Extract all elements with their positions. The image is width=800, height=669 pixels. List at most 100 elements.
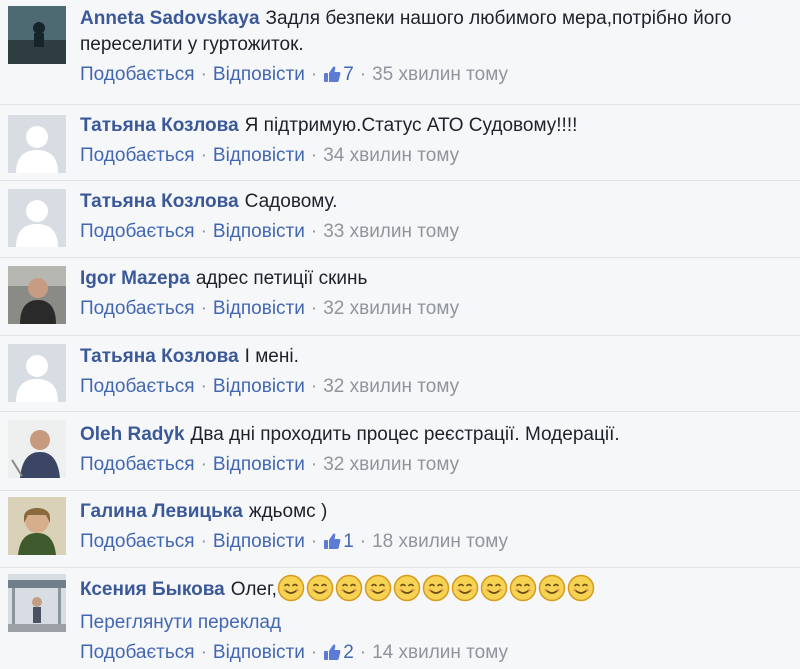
timestamp[interactable]: 33 хвилин тому: [323, 221, 459, 242]
separator-dot: ·: [200, 221, 207, 242]
smiling-face-icon: [277, 574, 305, 610]
separator-dot: ·: [200, 531, 207, 552]
like-count[interactable]: 7: [323, 64, 354, 85]
separator-dot: ·: [359, 642, 367, 663]
like-count[interactable]: 1: [323, 531, 354, 552]
smiling-face-icon: [480, 574, 508, 610]
avatar[interactable]: [8, 6, 66, 64]
comment-body: Oleh Radyk Два дні проходить процес реєст…: [80, 422, 794, 478]
see-translation-link[interactable]: Переглянути переклад: [80, 610, 794, 636]
comment-item: Anneta Sadovskaya Задля безпеки нашого лю…: [0, 0, 800, 104]
smiling-face-icon: [335, 574, 363, 610]
author-name[interactable]: Галина Левицька: [80, 501, 243, 522]
comment-item: Ксения Быкова Олег, Переглянути переклад По…: [0, 567, 800, 667]
separator-dot: ·: [359, 531, 367, 552]
comment-item: Oleh Radyk Два дні проходить процес реєст…: [0, 411, 800, 490]
author-name[interactable]: Татьяна Козлова: [80, 346, 239, 367]
like-link[interactable]: Подобається: [80, 376, 195, 397]
avatar[interactable]: [8, 420, 66, 478]
comment-text-line: Igor Mazepa адрес петиції скинь: [80, 266, 794, 292]
separator-dot: ·: [310, 531, 318, 552]
like-link[interactable]: Подобається: [80, 298, 195, 319]
reply-link[interactable]: Відповісти: [213, 376, 305, 397]
reply-link[interactable]: Відповісти: [213, 298, 305, 319]
like-count-value: 7: [343, 64, 354, 85]
like-link[interactable]: Подобається: [80, 221, 195, 242]
separator-dot: ·: [310, 145, 318, 166]
author-name[interactable]: Oleh Radyk: [80, 424, 185, 445]
smiling-face-icon: [364, 574, 392, 610]
thumbs-up-icon: [323, 65, 341, 91]
comment-body: Галина Левицька ждьомс ) Подобається · Відпо…: [80, 499, 794, 558]
separator-dot: ·: [310, 454, 318, 475]
avatar-placeholder[interactable]: [8, 115, 66, 173]
separator-dot: ·: [200, 64, 207, 85]
avatar-placeholder[interactable]: [8, 344, 66, 402]
timestamp[interactable]: 32 хвилин тому: [323, 376, 459, 397]
author-name[interactable]: Татьяна Козлова: [80, 115, 239, 136]
separator-dot: ·: [310, 64, 318, 85]
like-link[interactable]: Подобається: [80, 145, 195, 166]
reply-link[interactable]: Відповісти: [213, 64, 305, 85]
separator-dot: ·: [310, 376, 318, 397]
comment-text: І мені.: [244, 346, 299, 367]
comment-body: Татьяна Козлова І мені. Подобається · Відпов…: [80, 344, 794, 400]
avatar[interactable]: [8, 266, 66, 324]
like-link[interactable]: Подобається: [80, 64, 195, 85]
timestamp[interactable]: 14 хвилин тому: [372, 642, 508, 663]
comment-text: Два дні проходить процес реєстрації. Мод…: [190, 424, 620, 445]
comment-body: Igor Mazepa адрес петиції скинь Подобаєтьс…: [80, 266, 794, 322]
separator-dot: ·: [200, 376, 207, 397]
avatar[interactable]: [8, 497, 66, 555]
like-link[interactable]: Подобається: [80, 454, 195, 475]
comment-text-line: Ксения Быкова Олег,: [80, 574, 794, 610]
thumbs-up-icon: [323, 532, 341, 558]
avatar[interactable]: [8, 574, 66, 632]
avatar-placeholder[interactable]: [8, 189, 66, 247]
like-link[interactable]: Подобається: [80, 642, 195, 663]
comment-text-line: Anneta Sadovskaya Задля безпеки нашого лю…: [80, 6, 794, 58]
reply-link[interactable]: Відповісти: [213, 454, 305, 475]
timestamp[interactable]: 35 хвилин тому: [372, 64, 508, 85]
timestamp[interactable]: 34 хвилин тому: [323, 145, 459, 166]
comment-item: Татьяна Козлова І мені. Подобається · Відпов…: [0, 335, 800, 411]
like-count[interactable]: 2: [323, 642, 354, 663]
comment-actions: Подобається · Відповісти · 32 хвилин тому: [80, 374, 794, 400]
comment-item: Галина Левицька ждьомс ) Подобається · Відпо…: [0, 490, 800, 567]
comment-item: Татьяна Козлова Я підтримую.Статус АТО Су…: [0, 104, 800, 180]
comment-text: Я підтримую.Статус АТО Судовому!!!!: [244, 115, 578, 136]
comment-text: Садовому.: [244, 191, 338, 212]
smiling-face-icon: [538, 574, 566, 610]
thumbs-up-icon: [323, 643, 341, 669]
reply-link[interactable]: Відповісти: [213, 642, 305, 663]
timestamp[interactable]: 32 хвилин тому: [323, 298, 459, 319]
comment-text: Олег,: [230, 579, 277, 600]
reply-link[interactable]: Відповісти: [213, 531, 305, 552]
comment-actions: Подобається · Відповісти · 32 хвилин тому: [80, 296, 794, 322]
timestamp[interactable]: 18 хвилин тому: [372, 531, 508, 552]
comment-body: Anneta Sadovskaya Задля безпеки нашого лю…: [80, 6, 794, 91]
author-name[interactable]: Ксения Быкова: [80, 579, 225, 600]
comment-body: Ксения Быкова Олег, Переглянути переклад По…: [80, 574, 794, 669]
reply-link[interactable]: Відповісти: [213, 221, 305, 242]
author-name[interactable]: Igor Mazepa: [80, 268, 190, 289]
timestamp[interactable]: 32 хвилин тому: [323, 454, 459, 475]
emoji-group: [277, 574, 596, 610]
reply-link[interactable]: Відповісти: [213, 145, 305, 166]
comment-actions: Подобається · Відповісти · 7 · 35 хвилин тому: [80, 62, 794, 91]
comment-body: Татьяна Козлова Я підтримую.Статус АТО Су…: [80, 113, 794, 169]
comment-list: Anneta Sadovskaya Задля безпеки нашого лю…: [0, 0, 800, 667]
smiling-face-icon: [567, 574, 595, 610]
comment-text-line: Татьяна Козлова Садовому.: [80, 189, 794, 215]
smiling-face-icon: [509, 574, 537, 610]
author-name[interactable]: Татьяна Козлова: [80, 191, 239, 212]
separator-dot: ·: [200, 642, 207, 663]
like-link[interactable]: Подобається: [80, 531, 195, 552]
author-name[interactable]: Anneta Sadovskaya: [80, 8, 260, 29]
like-count-value: 2: [343, 642, 354, 663]
separator-dot: ·: [310, 221, 318, 242]
comment-item: Igor Mazepa адрес петиції скинь Подобаєтьс…: [0, 257, 800, 335]
separator-dot: ·: [200, 298, 207, 319]
separator-dot: ·: [310, 298, 318, 319]
separator-dot: ·: [200, 145, 207, 166]
